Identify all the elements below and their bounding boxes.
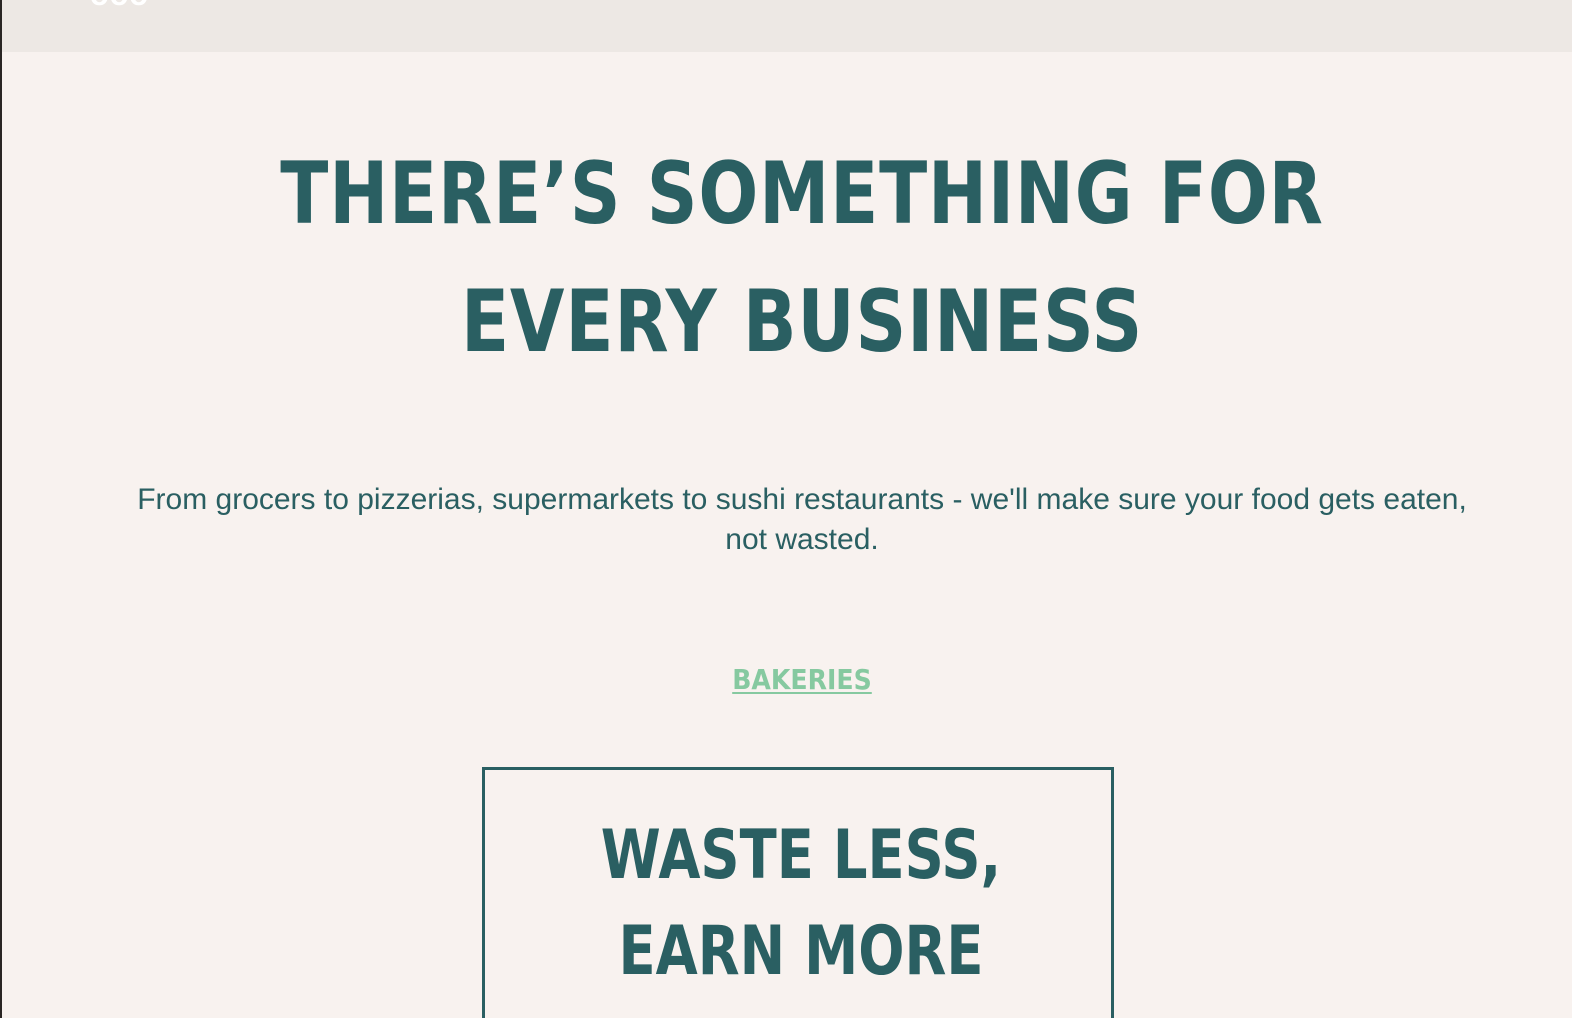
top-navigation-bar: OOO <box>2 0 1572 52</box>
page-title: THERE’S SOMETHING FOR EVERY BUSINESS <box>280 144 1324 372</box>
feature-card: WASTE LESS, EARN MORE <box>482 767 1114 1018</box>
brand-logo[interactable]: OOO <box>90 0 149 11</box>
page: OOO THERE’S SOMETHING FOR EVERY BUSINESS… <box>2 0 1572 1018</box>
category-link-bakeries[interactable]: BAKERIES <box>622 660 982 700</box>
card-title: WASTE LESS, EARN MORE <box>600 816 1002 991</box>
hero-subtitle: From grocers to pizzerias, supermarkets … <box>137 483 1467 556</box>
